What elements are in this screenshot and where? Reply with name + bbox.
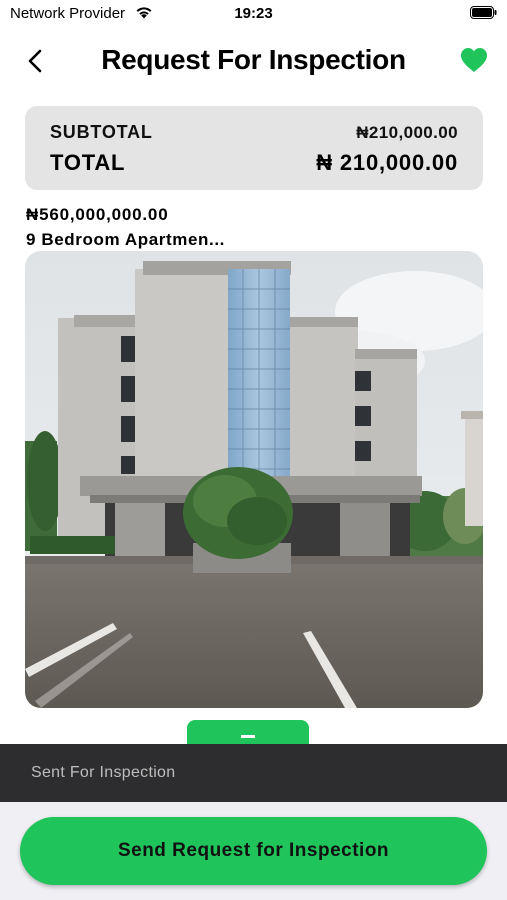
order-summary-card: SUBTOTAL ₦210,000.00 TOTAL ₦ 210,000.00 xyxy=(25,106,483,190)
property-name: 9 Bedroom Apartmen... xyxy=(26,230,226,249)
snackbar: Sent For Inspection xyxy=(0,744,507,802)
heart-icon[interactable] xyxy=(459,46,489,74)
property-photo[interactable] xyxy=(25,251,483,708)
status-bar: Network Provider 19:23 xyxy=(0,0,507,28)
status-time: 19:23 xyxy=(234,5,273,22)
subtotal-value: ₦210,000.00 xyxy=(356,122,458,142)
property-price: ₦560,000,000.00 xyxy=(26,205,169,224)
snackbar-message: Sent For Inspection xyxy=(31,764,176,781)
navigation-bar: Request For Inspection xyxy=(0,38,507,84)
total-row: TOTAL ₦ 210,000.00 xyxy=(50,150,458,176)
page-title: Request For Inspection xyxy=(101,44,406,75)
total-value: ₦ 210,000.00 xyxy=(316,150,458,175)
minus-icon xyxy=(241,735,255,738)
send-request-button[interactable]: Send Request for Inspection xyxy=(20,817,487,885)
battery-icon xyxy=(470,6,497,19)
subtotal-row: SUBTOTAL ₦210,000.00 xyxy=(50,122,458,143)
subtotal-label: SUBTOTAL xyxy=(50,122,153,142)
total-label: TOTAL xyxy=(50,150,126,175)
bottom-action-area: Send Request for Inspection xyxy=(0,802,507,900)
